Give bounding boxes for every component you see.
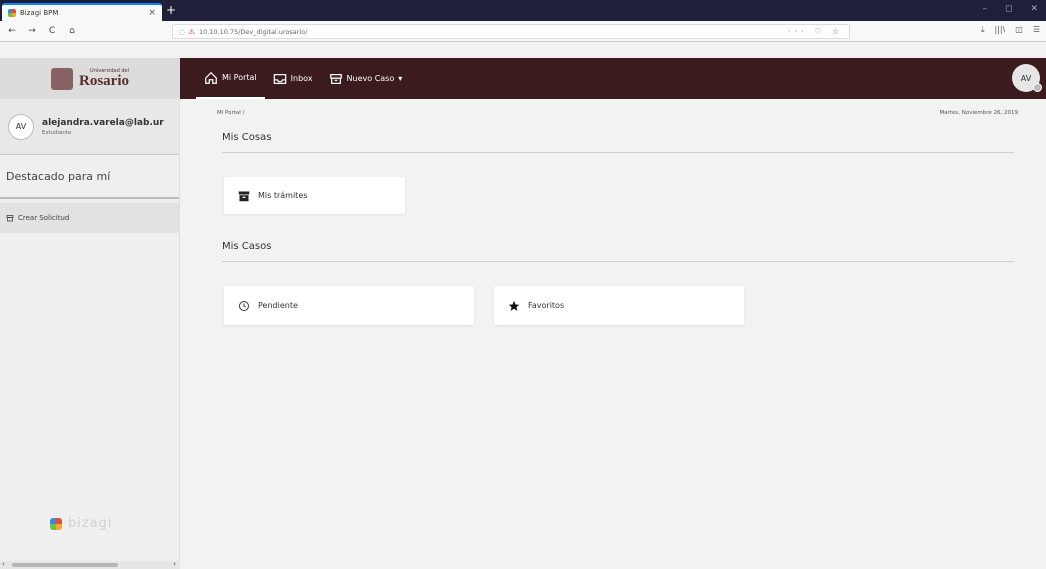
sidebar-toggle-icon[interactable]: ◫	[1015, 25, 1023, 35]
card-favoritos[interactable]: Favoritos	[494, 286, 744, 325]
browser-tab-bar: Bizagi BPM × + – ◻ ✕	[0, 0, 1046, 21]
section-divider	[222, 261, 1014, 262]
bizagi-mark-icon	[50, 517, 62, 530]
breadcrumb[interactable]: Mi Portal /	[217, 110, 244, 116]
home-button[interactable]: ⌂	[64, 26, 80, 36]
tab-inbox-label: Inbox	[290, 74, 313, 83]
card-label: Mis trámites	[258, 191, 308, 200]
new-case-icon	[329, 73, 342, 84]
card-pendiente[interactable]: Pendiente	[224, 286, 474, 325]
top-navigation: Mi Portal Inbox Nuevo Caso ▾	[196, 58, 410, 99]
university-crest-icon	[51, 67, 73, 90]
tab-mi-portal-label: Mi Portal	[222, 73, 257, 82]
chevron-down-icon: ▾	[398, 74, 403, 83]
user-role: Estudiante	[42, 129, 72, 136]
main-content: Mi Portal / Martes, Noviembre 26, 2019 M…	[181, 99, 1046, 569]
downloads-icon[interactable]: ⤓	[981, 25, 985, 35]
current-date: Martes, Noviembre 26, 2019	[939, 110, 1018, 116]
sidebar-item-label: Crear Solicitud	[18, 214, 70, 222]
clock-icon	[239, 300, 249, 311]
inbox-icon	[273, 73, 286, 84]
tab-nuevo-caso-label: Nuevo Caso	[346, 74, 395, 83]
page-actions[interactable]: ··· ♡ ☆	[788, 27, 843, 36]
bizagi-logo: bizagi	[50, 516, 113, 531]
scroll-left-icon[interactable]: ‹	[2, 560, 5, 568]
browser-toolbar: ← → C ⌂ ◌ ⚠ 10.10.10.75/Dev_digital.uros…	[0, 21, 1046, 42]
reload-button[interactable]: C	[44, 26, 60, 36]
user-email: alejandra.varela@lab.ur	[42, 117, 164, 128]
user-card[interactable]: AV alejandra.varela@lab.ur Estudiante	[0, 99, 179, 155]
insecure-lock-icon: ⚠	[188, 27, 195, 36]
home-icon	[205, 71, 217, 84]
window-controls: – ◻ ✕	[982, 4, 1038, 14]
forward-button[interactable]: →	[24, 26, 40, 36]
section-title-mis-cosas: Mis Cosas	[222, 132, 272, 143]
user-avatar-button[interactable]: AV	[1012, 64, 1042, 92]
university-logo[interactable]: Universidad del Rosario	[0, 58, 180, 99]
minimize-button[interactable]: –	[982, 4, 987, 14]
sidebar: AV alejandra.varela@lab.ur Estudiante De…	[0, 99, 180, 561]
sidebar-item-destacado[interactable]: Destacado para mí	[0, 155, 179, 199]
tab-inbox[interactable]: Inbox	[265, 58, 321, 99]
card-label: Favoritos	[528, 301, 565, 310]
archive-icon	[238, 191, 250, 201]
avatar: AV	[8, 113, 34, 140]
bizagi-favicon-icon	[8, 9, 16, 17]
logo-title: Rosario	[79, 72, 129, 89]
shield-icon: ◌	[179, 27, 185, 36]
scroll-right-icon[interactable]: ›	[173, 560, 176, 568]
card-label: Pendiente	[258, 301, 298, 310]
tab-close-icon[interactable]: ×	[148, 8, 156, 18]
browser-tools: ⤓ |||\ ◫ ☰	[981, 25, 1040, 35]
url-text: 10.10.10.75/Dev_digital.urosario/	[198, 27, 308, 36]
tab-title: Bizagi BPM	[20, 9, 59, 17]
library-icon[interactable]: |||\	[994, 25, 1005, 35]
new-request-icon	[6, 215, 14, 222]
maximize-button[interactable]: ◻	[1005, 4, 1012, 14]
address-bar[interactable]: ◌ ⚠ 10.10.10.75/Dev_digital.urosario/ ··…	[172, 24, 850, 39]
horizontal-scrollbar[interactable]: ‹ ›	[0, 560, 180, 569]
tab-nuevo-caso[interactable]: Nuevo Caso ▾	[321, 58, 411, 99]
sidebar-item-crear-solicitud[interactable]: Crear Solicitud	[0, 203, 179, 233]
tab-mi-portal[interactable]: Mi Portal	[196, 58, 265, 99]
card-mis-tramites[interactable]: Mis trámites	[224, 177, 405, 214]
avatar-status-icon	[1033, 83, 1042, 92]
avatar-initials: AV	[1020, 73, 1032, 83]
scrollbar-thumb[interactable]	[12, 563, 118, 567]
new-tab-button[interactable]: +	[166, 3, 176, 17]
back-button[interactable]: ←	[4, 26, 20, 36]
section-divider	[222, 152, 1014, 153]
menu-icon[interactable]: ☰	[1033, 25, 1040, 35]
browser-tab[interactable]: Bizagi BPM ×	[2, 3, 162, 21]
bizagi-wordmark: bizagi	[68, 516, 113, 531]
star-icon	[508, 300, 520, 311]
close-window-button[interactable]: ✕	[1030, 4, 1038, 14]
section-title-mis-casos: Mis Casos	[222, 241, 272, 252]
